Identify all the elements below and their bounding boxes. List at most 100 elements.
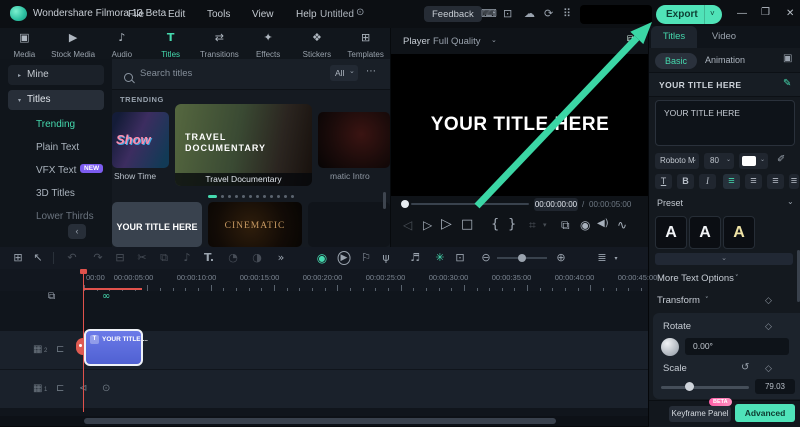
- transform-section[interactable]: Transform: [657, 295, 700, 306]
- template-card-cinematic[interactable]: CINEMATIC: [208, 202, 302, 247]
- ai-copilot-icon[interactable]: ◉: [317, 251, 327, 265]
- title-clip[interactable]: T YOUR TITLE ...: [84, 329, 143, 366]
- next-frame-icon[interactable]: ▷: [423, 218, 432, 232]
- split-icon[interactable]: ✂: [137, 251, 146, 264]
- export-project-icon[interactable]: ⊡: [503, 8, 512, 19]
- font-color-picker[interactable]: ⌄: [739, 153, 768, 169]
- media-browser-icon[interactable]: ⊞: [13, 251, 22, 264]
- more-options-icon[interactable]: ⋯: [366, 67, 376, 77]
- eyedropper-icon[interactable]: ✐: [777, 155, 785, 165]
- tab-effects[interactable]: ✦Effects: [244, 28, 293, 59]
- select-tool-icon[interactable]: ↖: [33, 251, 42, 264]
- subtab-animation[interactable]: Animation: [705, 55, 745, 65]
- scrubber-handle[interactable]: [401, 200, 409, 208]
- stop-icon[interactable]: □: [461, 217, 473, 232]
- undo-icon[interactable]: ↶: [67, 251, 76, 264]
- tab-templates[interactable]: ⊞Templates: [341, 28, 390, 59]
- play-icon[interactable]: ▷: [441, 216, 452, 232]
- mark-in-icon[interactable]: {: [491, 217, 499, 232]
- audio-mixer-icon[interactable]: ♬: [410, 251, 420, 264]
- title-text-input[interactable]: YOUR TITLE HERE: [655, 100, 795, 146]
- sidebar-item-lower-thirds[interactable]: Lower Thirds: [36, 210, 94, 224]
- lock-track-icon[interactable]: ⊏: [56, 383, 64, 394]
- template-card-cinematic-intro[interactable]: [318, 112, 390, 168]
- mark-out-icon[interactable]: }: [508, 217, 516, 232]
- chevron-down-icon[interactable]: ⌄: [787, 198, 794, 206]
- crop-icon[interactable]: ⧉: [160, 251, 168, 265]
- menu-help[interactable]: Help: [296, 9, 317, 20]
- volume-icon[interactable]: ◀): [597, 218, 609, 229]
- restore-button[interactable]: ❐: [761, 8, 770, 18]
- menu-file[interactable]: File: [128, 9, 144, 20]
- menu-edit[interactable]: Edit: [168, 9, 185, 20]
- menu-tools[interactable]: Tools: [207, 9, 230, 20]
- keyframe-diamond-icon[interactable]: ◇: [765, 296, 772, 306]
- color-correction-icon[interactable]: ◑: [252, 251, 262, 264]
- add-text-icon[interactable]: T.: [204, 251, 214, 264]
- quality-dropdown[interactable]: Full Quality: [433, 36, 481, 47]
- font-family-dropdown[interactable]: Roboto M ⌄: [655, 153, 699, 169]
- scale-slider-track[interactable]: [661, 386, 749, 389]
- tab-stock-media[interactable]: ▶Stock Media: [49, 28, 98, 59]
- project-settings-icon[interactable]: ⊙: [356, 8, 364, 18]
- minimize-button[interactable]: —: [737, 8, 747, 19]
- scale-value-field[interactable]: 79.03: [755, 379, 795, 394]
- sidebar-item-3d-titles[interactable]: 3D Titles: [36, 187, 75, 201]
- redo-icon[interactable]: ↷: [93, 251, 102, 264]
- font-size-dropdown[interactable]: 80 ⌄: [704, 153, 734, 169]
- timecode-current[interactable]: 00:00:00:00: [534, 198, 578, 211]
- template-card-default-title[interactable]: YOUR TITLE HERE: [112, 202, 202, 247]
- fit-timeline-icon[interactable]: ⊡: [455, 251, 464, 264]
- reset-icon[interactable]: ↺: [741, 363, 749, 373]
- render-preview-icon[interactable]: ▶: [338, 251, 351, 265]
- advanced-button[interactable]: Advanced: [735, 404, 795, 422]
- preset-tile-2[interactable]: A: [689, 216, 721, 249]
- track-row-1[interactable]: ▦ 1 ⊏ ⊲ ⊙: [0, 370, 648, 408]
- keyframe-panel-button[interactable]: Keyframe Panel: [669, 406, 731, 422]
- rotate-knob[interactable]: [661, 338, 679, 356]
- lock-track-icon[interactable]: ⊏: [56, 344, 64, 355]
- apps-grid-icon[interactable]: ⠿: [563, 8, 571, 19]
- more-tools-icon[interactable]: »: [278, 251, 285, 264]
- pip-window-icon[interactable]: ⧉: [627, 35, 634, 45]
- rotate-value-field[interactable]: 0.00°: [685, 338, 789, 355]
- playhead-head[interactable]: [80, 269, 87, 274]
- snapshot-icon[interactable]: ◉: [580, 218, 590, 232]
- bold-button[interactable]: B: [677, 174, 694, 189]
- preset-tile-3[interactable]: A: [723, 216, 755, 249]
- keyframe-tool-icon[interactable]: ♪: [183, 251, 190, 264]
- beat-detection-icon[interactable]: ✳: [435, 251, 444, 264]
- sidebar-group-mine[interactable]: ▸Mine: [8, 65, 104, 85]
- marker-icon[interactable]: ⚐: [361, 251, 371, 264]
- browser-scrollbar[interactable]: [383, 192, 386, 209]
- zoom-out-icon[interactable]: ⊖: [481, 251, 490, 264]
- template-card-show-time[interactable]: Show: [112, 112, 169, 168]
- template-card-partial[interactable]: [308, 202, 390, 247]
- export-button[interactable]: Export ˅: [656, 5, 722, 24]
- link-clips-icon[interactable]: ∞: [102, 292, 110, 302]
- timeline-ruler[interactable]: 00:00 00:00:05:00 00:00:10:00 00:00:15:0…: [0, 269, 648, 291]
- tab-video-inspector[interactable]: Video: [701, 26, 747, 48]
- menu-view[interactable]: View: [252, 9, 274, 20]
- save-preset-icon[interactable]: ▣: [783, 54, 792, 64]
- cloud-upload-icon[interactable]: ☁: [524, 8, 535, 19]
- italic-button[interactable]: I: [699, 174, 716, 189]
- zoom-in-icon[interactable]: ⊕: [556, 251, 565, 264]
- sidebar-item-trending[interactable]: Trending: [36, 118, 75, 132]
- scrubber-track[interactable]: [411, 203, 529, 205]
- collapse-sidebar-button[interactable]: ‹: [68, 224, 86, 239]
- close-button[interactable]: ✕: [786, 8, 794, 19]
- delete-icon[interactable]: ⊟: [115, 251, 124, 264]
- paste-board-icon[interactable]: ⧉: [48, 292, 55, 302]
- tab-stickers[interactable]: ❖Stickers: [293, 28, 342, 59]
- keyframe-diamond-icon[interactable]: ◇: [765, 364, 772, 374]
- ai-write-icon[interactable]: ✎: [783, 79, 791, 89]
- timeline-scrollbar[interactable]: [84, 418, 556, 424]
- hide-track-icon[interactable]: ⊙: [102, 383, 110, 394]
- keyframe-diamond-icon[interactable]: ◇: [765, 322, 772, 332]
- filter-dropdown[interactable]: All ⌄: [330, 65, 358, 81]
- feedback-button[interactable]: Feedback: [424, 6, 482, 22]
- detach-player-icon[interactable]: ∿: [617, 218, 627, 232]
- subtab-basic[interactable]: Basic: [655, 53, 697, 69]
- speed-icon[interactable]: ◔: [228, 251, 238, 264]
